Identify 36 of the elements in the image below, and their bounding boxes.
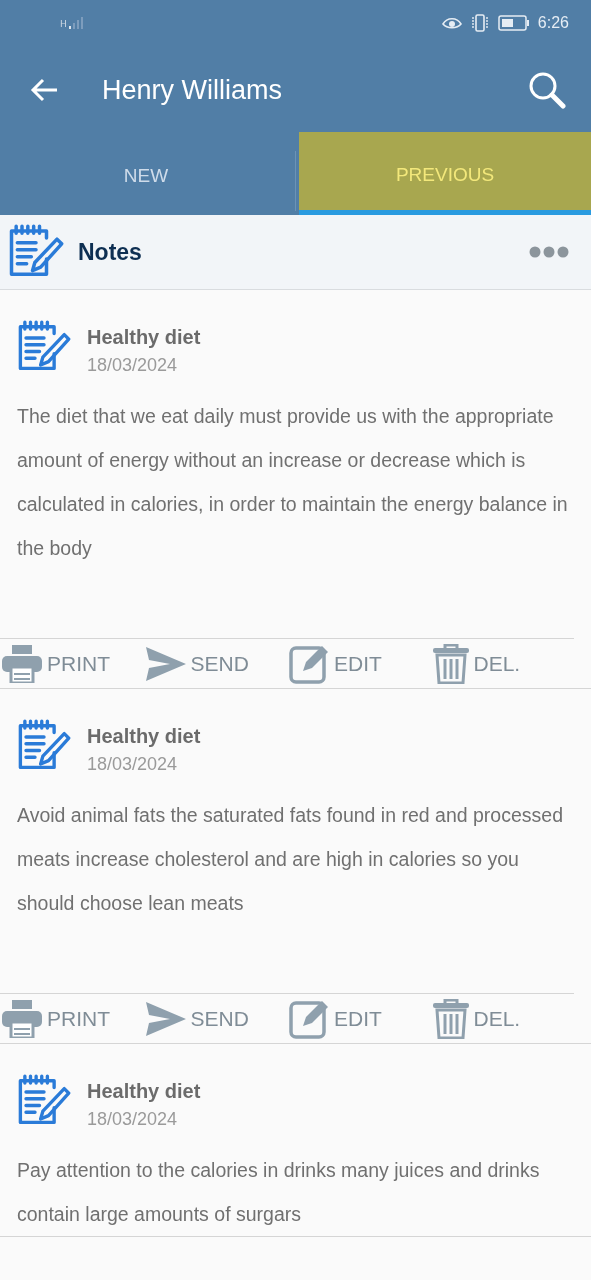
edit-icon <box>289 998 329 1039</box>
search-icon[interactable] <box>528 71 566 109</box>
send-button[interactable]: SEND <box>143 646 287 681</box>
signal-icon <box>68 16 83 29</box>
more-options-icon[interactable] <box>529 246 569 258</box>
note-date: 18/03/2024 <box>87 754 179 775</box>
print-button[interactable]: PRINT <box>0 644 144 683</box>
send-icon <box>145 1001 186 1036</box>
delete-button[interactable]: DEL. <box>430 998 574 1039</box>
note-title: Healthy diet <box>87 1080 201 1103</box>
network-type: H <box>60 18 67 29</box>
note-date: 18/03/2024 <box>87 355 179 376</box>
page-title: Henry Williams <box>102 74 283 106</box>
vibrate-icon <box>469 13 490 32</box>
back-arrow-icon[interactable] <box>30 78 58 102</box>
note-text: Avoid animal fats the saturated fats found in red and processed meats increase cholesterol and are high in calories so you should choose lean meats <box>16 803 564 916</box>
edit-icon <box>289 643 329 684</box>
note-text: Pay attention to the calories in drinks many juices and drinks contain large amounts of surgars <box>16 1158 541 1227</box>
edit-button[interactable]: EDIT <box>287 643 431 684</box>
tab[interactable]: NEW <box>0 135 292 215</box>
tab[interactable]: PREVIOUS <box>299 132 591 215</box>
battery-icon <box>497 14 530 31</box>
note-date: 18/03/2024 <box>87 1109 179 1130</box>
send-icon <box>145 646 186 681</box>
eye-icon <box>441 15 462 30</box>
edit-button[interactable]: EDIT <box>287 998 431 1039</box>
note-title: Healthy diet <box>87 326 201 349</box>
delete-button[interactable]: DEL. <box>430 643 574 684</box>
trash-icon <box>432 643 469 684</box>
trash-icon <box>432 998 469 1039</box>
clock: 6:26 <box>537 13 569 32</box>
note-title: Healthy diet <box>87 725 201 748</box>
section-title: Notes <box>78 238 143 266</box>
print-button[interactable]: PRINT <box>0 999 144 1038</box>
note-text: The diet that we eat daily must provide us with the appropriate amount of energy without an increase or decrease which is calculated in calories, in order to maintain the energy balance in the body <box>16 404 569 561</box>
send-button[interactable]: SEND <box>143 1001 287 1036</box>
